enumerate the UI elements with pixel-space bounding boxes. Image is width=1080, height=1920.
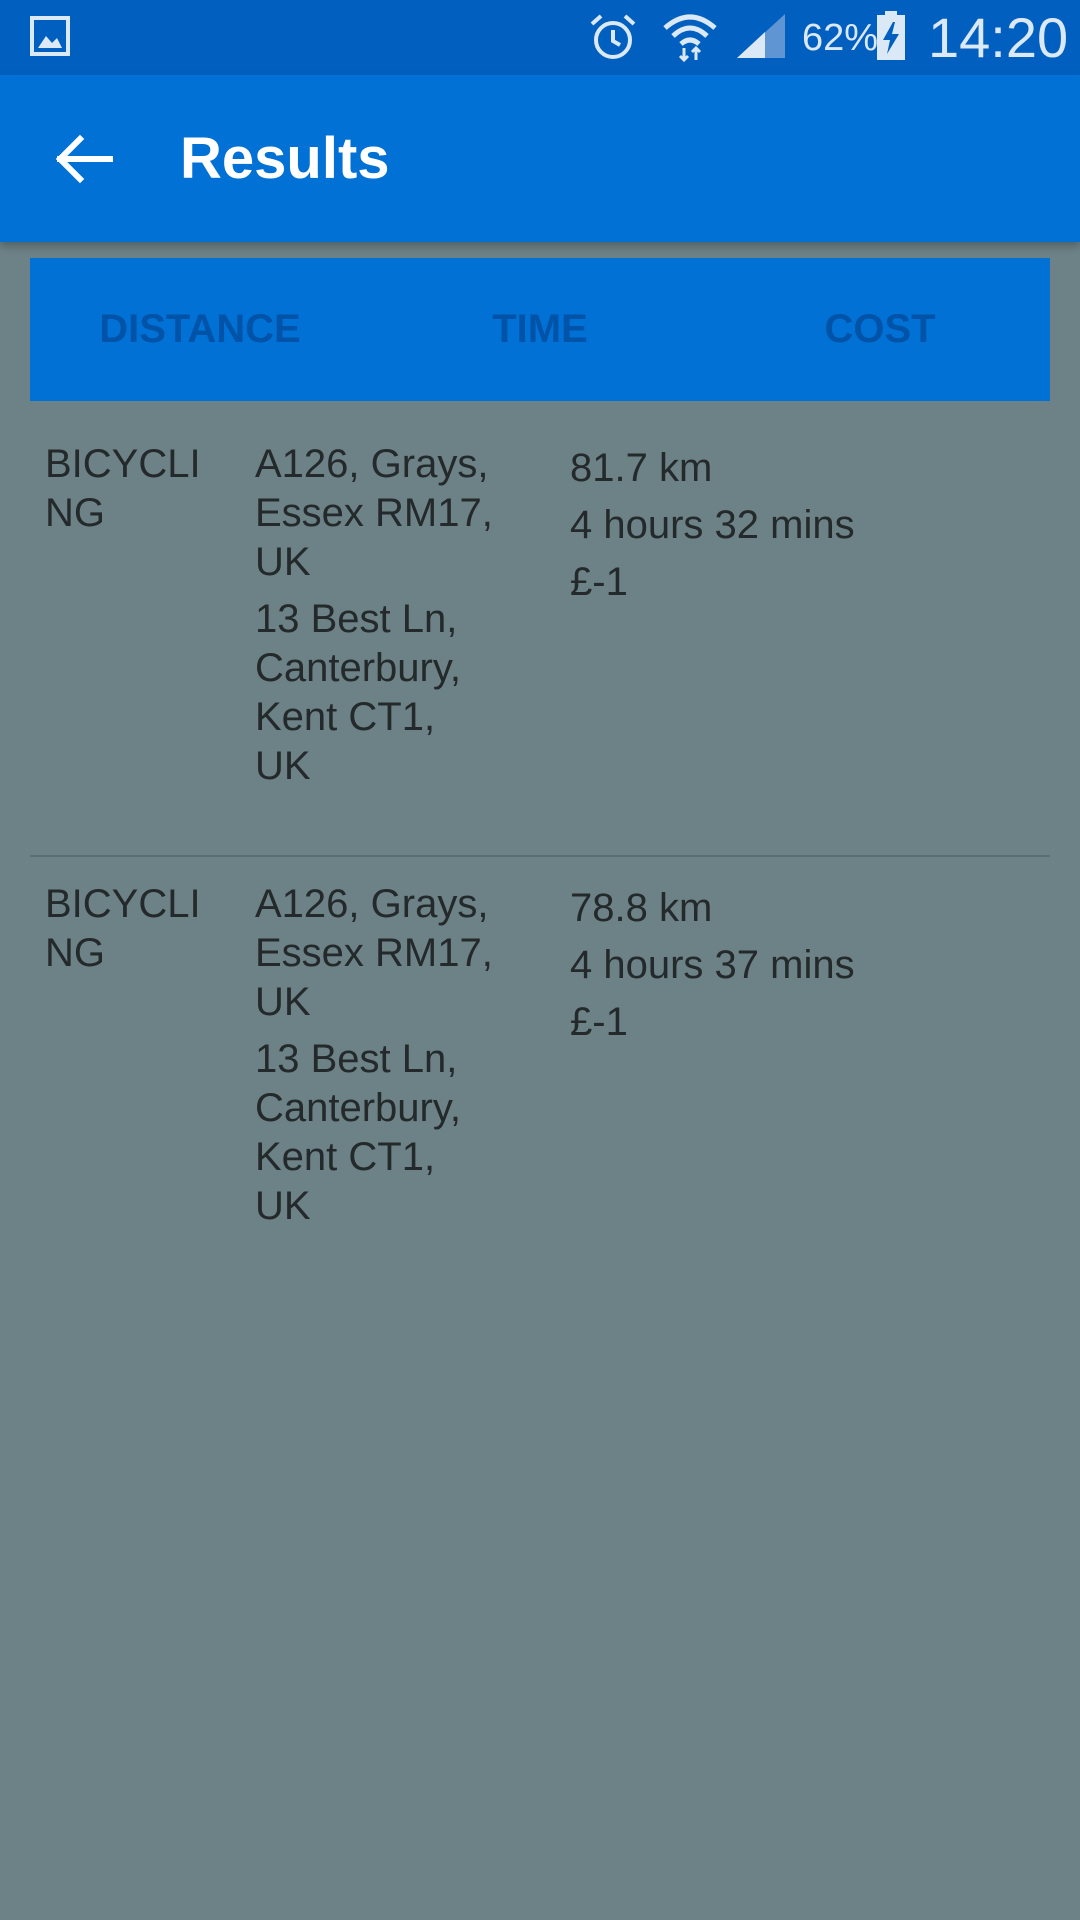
distance-value: 81.7 km [570,446,713,490]
destination-address: 13 Best Ln, Canterbury, Kent CT1, UK [255,597,462,788]
distance-value: 78.8 km [570,886,713,930]
page-title: Results [180,126,390,191]
battery-percent: 62% [802,17,879,59]
status-bar: 62% 14:20 [0,0,1080,75]
cost-value: £-1 [570,1000,628,1044]
tab-distance[interactable]: DISTANCE [30,258,370,401]
route-stats: 78.8 km 4 hours 37 mins £-1 [570,880,1030,1051]
route-addresses: A126, Grays, Essex RM17, UK 13 Best Ln, … [255,880,495,1231]
origin-address: A126, Grays, Essex RM17, UK [255,442,493,584]
battery-charging-icon [877,11,905,60]
signal-icon [737,14,785,58]
wifi-icon [663,14,717,62]
travel-mode: BICYCLING [45,442,201,535]
time-value: 4 hours 32 mins [570,503,855,547]
route-stats: 81.7 km 4 hours 32 mins £-1 [570,440,1030,611]
route-addresses: A126, Grays, Essex RM17, UK 13 Best Ln, … [255,440,495,791]
time-value: 4 hours 37 mins [570,943,855,987]
sort-tabs: DISTANCE TIME COST [30,258,1050,401]
destination-address: 13 Best Ln, Canterbury, Kent CT1, UK [255,1037,462,1228]
tab-cost[interactable]: COST [710,258,1050,401]
cost-value: £-1 [570,560,628,604]
travel-mode: BICYCLING [45,882,201,975]
origin-address: A126, Grays, Essex RM17, UK [255,882,493,1024]
tab-time[interactable]: TIME [370,258,710,401]
clock: 14:20 [928,6,1069,69]
divider [30,855,1050,857]
gallery-icon [30,16,70,56]
app-bar: Results [0,75,1080,242]
arrow-back-icon[interactable] [48,129,118,189]
alarm-icon [590,14,636,59]
